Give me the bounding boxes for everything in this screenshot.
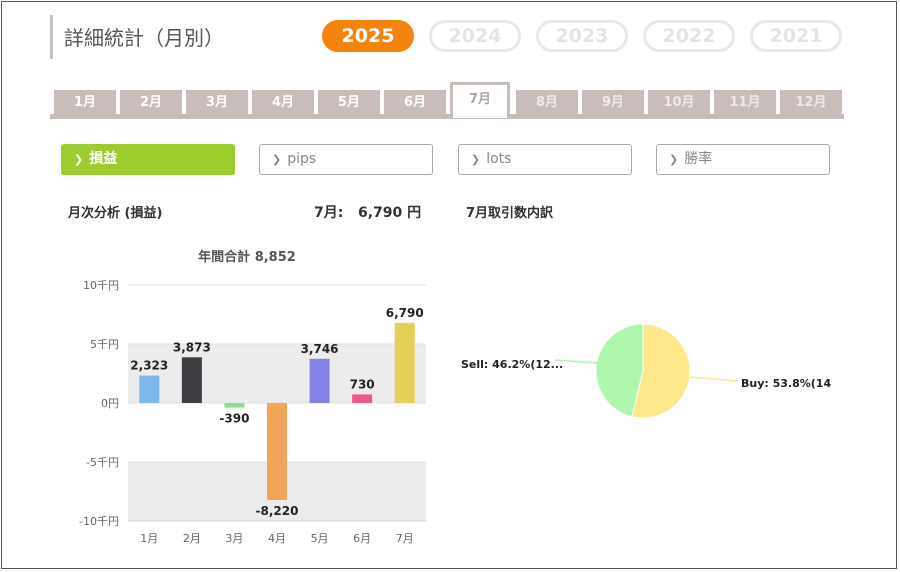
x-tick-label: 1月 [140,532,158,545]
trade-breakdown-pie-chart: Sell: 46.2%(12... Buy: 53.8%(14 [461,323,831,419]
pie-label-sell: Sell: 46.2%(12... [461,358,563,371]
bar-4月 [267,403,287,500]
bar-value-label: -390 [219,412,249,426]
x-tick-label: 7月 [396,532,414,545]
pie-leader-buy [689,376,739,382]
pie-label-buy: Buy: 53.8%(14 [741,377,831,390]
y-tick-label: 5千円 [90,338,119,351]
y-tick-label: 0円 [101,397,119,410]
chart-title: 年間合計 8,852 [198,249,296,265]
x-tick-label: 6月 [353,532,371,545]
monthly-pnl-bar-chart: 10千円 5千円 0円 -5千円 -10千円 年間合計 8,852 2,323 1月 3,873… [79,249,426,545]
bar-value-label: 730 [350,377,375,391]
bar-7月 [394,322,415,403]
bar-value-label: 3,746 [301,342,339,356]
bar-value-label: 6,790 [386,306,424,320]
bar-value-label: 2,323 [130,359,168,373]
bar-2月 [181,357,202,403]
bar-3月 [224,403,245,408]
bar-6月 [352,394,373,403]
y-tick-label: -5千円 [86,456,119,469]
charts-canvas: 10千円 5千円 0円 -5千円 -10千円 年間合計 8,852 2,323 1月 3,873… [79,249,831,545]
y-tick-label: -10千円 [79,515,119,528]
bar-value-label: 3,873 [173,340,211,354]
y-tick-label: 10千円 [83,279,119,292]
bar-value-label: -8,220 [256,504,299,518]
x-tick-label: 3月 [225,532,243,545]
x-tick-label: 4月 [268,532,286,545]
bar-5月 [309,358,330,403]
x-tick-label: 5月 [311,532,329,545]
bar-1月 [139,375,160,403]
x-tick-label: 2月 [183,532,201,545]
